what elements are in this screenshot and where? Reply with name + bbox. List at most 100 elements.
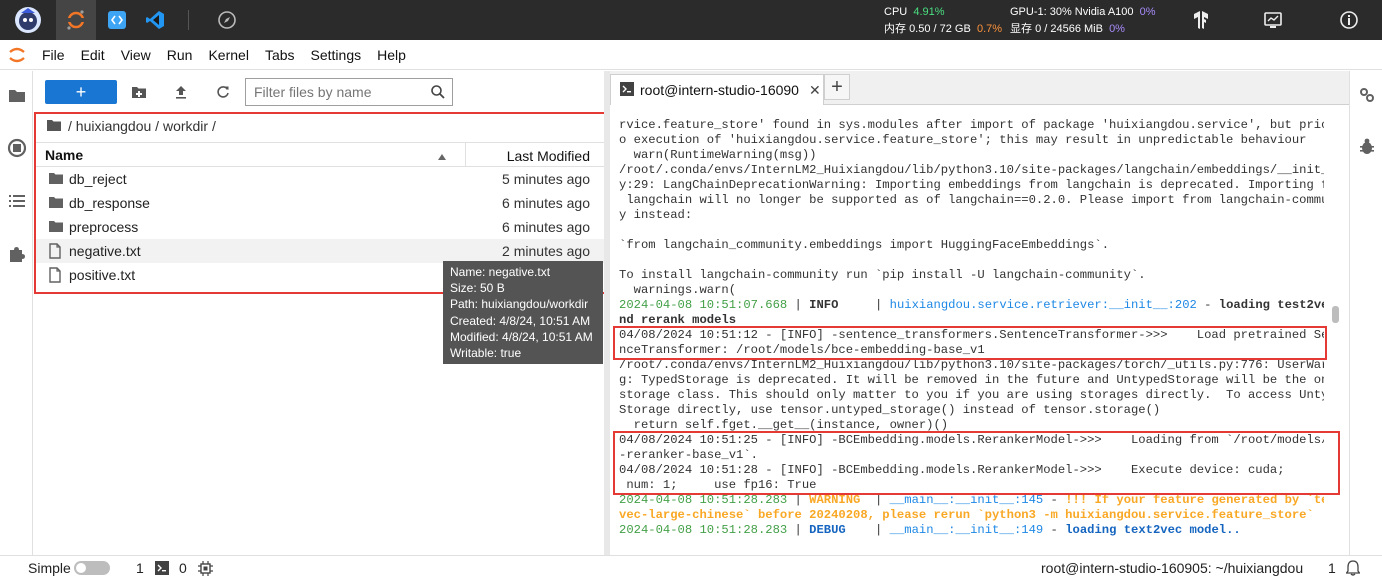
new-folder-icon[interactable] xyxy=(125,80,153,104)
term-line: Storage directly, use tensor.untyped_sto… xyxy=(619,403,1161,417)
tensorflow-icon[interactable] xyxy=(1184,0,1218,40)
kernel-icon xyxy=(198,561,213,579)
gpu-stats: GPU-1: 30% Nvidia A100 0% 显存 0 / 24566 M… xyxy=(1010,5,1156,36)
menu-tabs[interactable]: Tabs xyxy=(257,47,303,63)
status-bar: Simple 1 0 root@intern-studio-160905: ~/… xyxy=(0,555,1382,579)
monitor-icon[interactable] xyxy=(1256,0,1290,40)
menu-edit[interactable]: Edit xyxy=(73,47,113,63)
term-line: g: TypedStorage is deprecated. It will b… xyxy=(619,373,1324,387)
add-tab-button[interactable]: + xyxy=(824,74,850,100)
refresh-icon[interactable] xyxy=(209,80,237,104)
filter-input[interactable] xyxy=(246,79,421,105)
tab-terminal[interactable]: root@intern-studio-16090 ✕ xyxy=(610,74,824,105)
compass-icon[interactable] xyxy=(210,0,244,40)
log-message: loading text2vec model.. xyxy=(1065,523,1241,537)
tab-label: root@intern-studio-16090 xyxy=(640,82,799,98)
term-line: o execution of 'huixiangdou.service.feat… xyxy=(619,133,1307,147)
term-line: y:29: LangChainDeprecationWarning: Impor… xyxy=(619,178,1324,192)
log-message: !!! If your feature generated by `text2 xyxy=(1065,493,1324,507)
code-server-icon[interactable] xyxy=(100,0,134,40)
file-tooltip: Name: negative.txt Size: 50 B Path: huix… xyxy=(443,261,603,364)
jupyter-logo-icon xyxy=(0,40,34,70)
jupyter-tab-icon[interactable] xyxy=(56,0,96,40)
tooltip-writable: Writable: true xyxy=(450,346,522,361)
term-line: warnings.warn( xyxy=(619,283,737,297)
right-sidebar xyxy=(1349,71,1382,555)
cpu-percent: 4.91% xyxy=(913,6,945,18)
log-time: 2024-04-08 10:51:28.283 xyxy=(619,523,788,537)
tooltip-path: Path: huixiangdou/workdir xyxy=(450,297,589,312)
log-time: 2024-04-08 10:51:07.668 xyxy=(619,298,788,312)
property-inspector-icon[interactable] xyxy=(1350,80,1382,110)
left-sidebar xyxy=(0,71,33,555)
debugger-icon[interactable] xyxy=(1350,132,1382,162)
folder-icon[interactable] xyxy=(0,80,33,110)
mem-value: 0.50 / 72 GB xyxy=(909,23,971,35)
term-line: `from langchain_community.embeddings imp… xyxy=(619,238,1110,252)
intern-logo-icon[interactable] xyxy=(8,0,48,40)
divider xyxy=(188,10,189,30)
menu-view[interactable]: View xyxy=(113,47,159,63)
new-launcher-button[interactable]: + xyxy=(45,80,117,104)
term-line: rvice.feature_store' found in sys.module… xyxy=(619,118,1324,132)
mode-label: Simple xyxy=(28,560,71,576)
menu-help[interactable]: Help xyxy=(369,47,414,63)
scrollbar-thumb[interactable] xyxy=(1332,306,1339,323)
tooltip-size: Size: 50 B xyxy=(450,281,505,296)
log-warning-line: 2024-04-08 10:51:28.283 | WARNING | __ma… xyxy=(619,493,1324,508)
toc-icon[interactable] xyxy=(0,186,33,216)
menu-file[interactable]: File xyxy=(34,47,73,63)
log-debug-line: 2024-04-08 10:51:28.283 | DEBUG | __main… xyxy=(619,523,1241,537)
term-line xyxy=(619,223,1324,238)
gpu-percent: 0% xyxy=(1139,6,1156,18)
search-icon xyxy=(430,84,446,103)
mem-percent: 0.7% xyxy=(976,23,1003,35)
term-line: storage class. This should only matter t… xyxy=(619,388,1324,402)
term-line: langchain will no longer be supported as… xyxy=(619,193,1324,207)
close-icon[interactable]: ✕ xyxy=(809,82,821,99)
log-level: DEBUG xyxy=(809,523,846,537)
file-filter[interactable] xyxy=(245,78,453,106)
annotation-box xyxy=(613,431,1340,495)
tooltip-name: Name: negative.txt xyxy=(450,265,551,279)
log-module: __main__:__init__:149 xyxy=(889,523,1044,537)
simple-mode-toggle[interactable] xyxy=(74,561,110,575)
status-path: root@intern-studio-160905: ~/huixiangdou xyxy=(1041,560,1304,576)
log-message: loading test2vec a xyxy=(1218,298,1324,312)
term-line: /root/.conda/envs/InternLM2_Huixiangdou/… xyxy=(619,358,1324,372)
term-line xyxy=(619,253,1324,268)
tab-bar: root@intern-studio-16090 ✕ + xyxy=(610,71,1349,105)
term-line: y instead: xyxy=(619,208,693,222)
log-module: huixiangdou.service.retriever:__init__:2… xyxy=(889,298,1197,312)
vram-value: 0 / 24566 MiB xyxy=(1035,23,1103,35)
log-time: 2024-04-08 10:51:28.283 xyxy=(619,493,788,507)
status-count: 1 xyxy=(1328,560,1336,576)
annotation-box xyxy=(613,326,1327,360)
log-module: __main__:__init__:145 xyxy=(889,493,1044,507)
vram-percent: 0% xyxy=(1109,23,1125,35)
log-message-cont: vec-large-chinese` before 20240208, plea… xyxy=(619,508,1314,522)
term-line: warn(RuntimeWarning(msg)) xyxy=(619,148,817,162)
term-line: /root/.conda/envs/InternLM2_Huixiangdou/… xyxy=(619,163,1324,177)
cpu-stats: CPU 4.91% 内存 0.50 / 72 GB 0.7% xyxy=(884,5,1002,36)
log-level: WARNING xyxy=(809,493,861,507)
running-icon[interactable] xyxy=(0,133,33,163)
top-bar: CPU 4.91% 内存 0.50 / 72 GB 0.7% GPU-1: 30… xyxy=(0,0,1382,40)
gpu-label: GPU-1: 30% Nvidia A100 xyxy=(1010,6,1134,18)
vscode-icon[interactable] xyxy=(138,0,172,40)
terminal-icon xyxy=(155,561,169,578)
bell-icon[interactable] xyxy=(1345,560,1361,579)
upload-icon[interactable] xyxy=(167,80,195,104)
menu-run[interactable]: Run xyxy=(159,47,201,63)
plus-label: + xyxy=(75,81,87,102)
vram-label: 显存 xyxy=(1010,23,1032,35)
toggle-knob xyxy=(76,563,86,573)
tooltip-created: Created: 4/8/24, 10:51 AM xyxy=(450,313,591,328)
extension-icon[interactable] xyxy=(0,239,33,269)
log-level: INFO xyxy=(809,298,839,312)
kernel-count: 0 xyxy=(179,560,187,576)
info-icon[interactable] xyxy=(1332,0,1366,40)
menu-settings[interactable]: Settings xyxy=(303,47,370,63)
mem-label: 内存 xyxy=(884,23,906,35)
menu-kernel[interactable]: Kernel xyxy=(200,47,256,63)
